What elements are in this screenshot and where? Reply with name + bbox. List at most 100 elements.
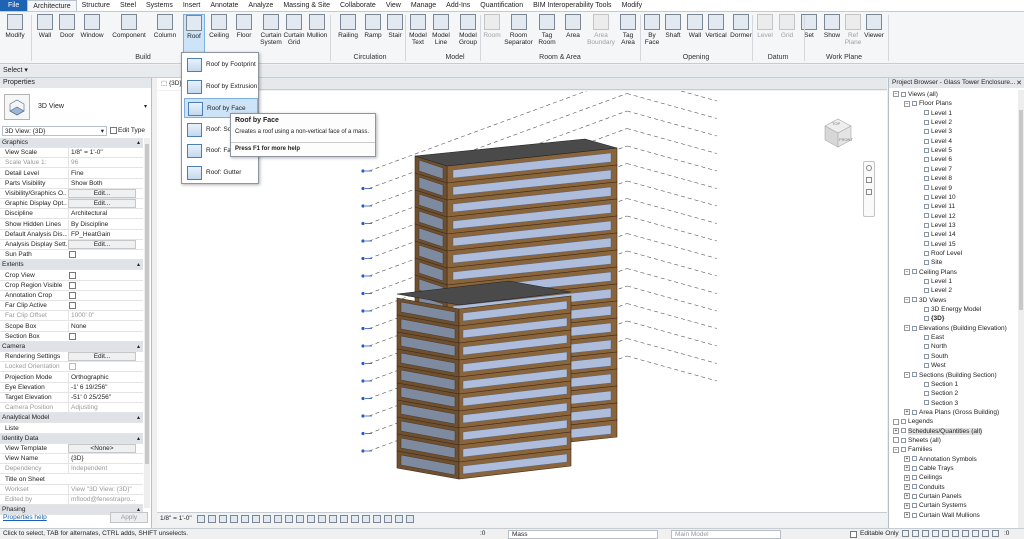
- ribbon-button-ceiling[interactable]: Ceiling: [207, 14, 231, 54]
- property-row[interactable]: Liste: [0, 424, 143, 434]
- ribbon-tab-structure[interactable]: Structure: [77, 0, 115, 11]
- browser-item[interactable]: Level 14: [924, 230, 956, 239]
- view-control-icon[interactable]: [263, 515, 271, 523]
- ribbon-button-column[interactable]: Column: [152, 14, 178, 54]
- ribbon-tab-collaborate[interactable]: Collaborate: [335, 0, 381, 11]
- property-value[interactable]: View "3D View: {3D}": [68, 484, 143, 494]
- browser-item[interactable]: − Views (all): [893, 90, 938, 99]
- ribbon-tab-insert[interactable]: Insert: [178, 0, 206, 11]
- browser-item[interactable]: + Annotation Symbols: [904, 455, 977, 464]
- selection-icon[interactable]: [912, 530, 919, 537]
- browser-item[interactable]: Legends: [893, 417, 933, 426]
- property-value[interactable]: 96: [68, 158, 143, 168]
- zoom-icon[interactable]: [866, 177, 872, 183]
- browser-item[interactable]: East: [924, 333, 944, 342]
- view-control-icon[interactable]: [219, 515, 227, 523]
- browser-item[interactable]: North: [924, 342, 947, 351]
- browser-item[interactable]: Level 9: [924, 184, 952, 193]
- view-control-icon[interactable]: [285, 515, 293, 523]
- browser-item[interactable]: + Ceilings: [904, 473, 942, 482]
- property-checkbox[interactable]: [69, 302, 76, 310]
- browser-scroll-thumb[interactable]: [1019, 110, 1023, 310]
- ribbon-button-ref-plane[interactable]: Ref Plane: [845, 14, 861, 54]
- property-checkbox[interactable]: [69, 281, 76, 289]
- select-dropdown[interactable]: Select ▾: [3, 66, 28, 74]
- properties-help-link[interactable]: Properties help: [3, 514, 47, 521]
- property-row[interactable]: Target Elevation -51' 0 25/256": [0, 393, 143, 403]
- property-row[interactable]: Graphic Display Opt... Edit...: [0, 199, 143, 210]
- view-control-icon[interactable]: [384, 515, 392, 523]
- editable-only-checkbox[interactable]: [850, 531, 857, 538]
- property-checkbox[interactable]: [69, 271, 76, 279]
- ribbon-button-door[interactable]: Door: [57, 14, 77, 54]
- browser-item[interactable]: + Conduits: [904, 483, 945, 492]
- expand-toggle-icon[interactable]: +: [893, 427, 899, 434]
- property-value[interactable]: Adjusting: [68, 403, 143, 413]
- view-control-icon[interactable]: [395, 515, 403, 523]
- browser-item[interactable]: Level 10: [924, 193, 956, 202]
- browser-item[interactable]: + Curtain Systems: [904, 501, 967, 510]
- expand-toggle-icon[interactable]: −: [904, 268, 910, 275]
- ribbon-tab-massing-site[interactable]: Massing & Site: [278, 0, 335, 11]
- ribbon-button-level[interactable]: Level: [756, 14, 774, 54]
- collapse-icon[interactable]: ▴: [137, 342, 140, 351]
- view-control-icon[interactable]: [208, 515, 216, 523]
- property-value[interactable]: Fine: [68, 168, 143, 178]
- expand-toggle-icon[interactable]: −: [904, 296, 910, 303]
- ribbon-tab-steel[interactable]: Steel: [115, 0, 141, 11]
- property-value[interactable]: Architectural: [68, 209, 143, 219]
- ribbon-button-dormer[interactable]: Dormer: [728, 14, 754, 54]
- property-checkbox[interactable]: [69, 332, 76, 340]
- property-row[interactable]: Far Clip Offset 1000' 0": [0, 311, 143, 322]
- ribbon-button-model-line[interactable]: Model Line: [430, 14, 452, 54]
- expand-toggle-icon[interactable]: +: [904, 455, 910, 462]
- view-control-icon[interactable]: [340, 515, 348, 523]
- property-row[interactable]: Camera Position Adjusting: [0, 403, 143, 414]
- selection-icon[interactable]: [972, 530, 979, 537]
- selection-icon[interactable]: [942, 530, 949, 537]
- ribbon-button-room[interactable]: Room: [483, 14, 501, 54]
- selection-icon[interactable]: [902, 530, 909, 537]
- ribbon-button-stair[interactable]: Stair: [386, 14, 404, 54]
- browser-item[interactable]: − Floor Plans: [904, 99, 952, 108]
- view-control-icon[interactable]: [274, 515, 282, 523]
- property-checkbox[interactable]: [69, 292, 76, 299]
- property-row[interactable]: Annotation Crop: [0, 291, 143, 301]
- browser-item[interactable]: − Families: [893, 445, 932, 454]
- browser-item[interactable]: − 3D Views: [904, 296, 946, 305]
- property-row[interactable]: Edited by mflood@fenestrapro...: [0, 495, 143, 505]
- browser-item[interactable]: Sheets (all): [893, 436, 941, 445]
- ribbon-button-mullion[interactable]: Mullion: [305, 14, 329, 54]
- edit-type-button[interactable]: Edit Type: [110, 126, 145, 136]
- browser-item[interactable]: + Area Plans (Gross Building): [904, 408, 999, 417]
- selection-icon[interactable]: [922, 530, 929, 537]
- browser-item[interactable]: Level 2: [924, 286, 952, 295]
- browser-item[interactable]: Section 1: [924, 380, 958, 389]
- ribbon-tab-bim-interoperability-tools[interactable]: BIM Interoperability Tools: [528, 0, 616, 11]
- browser-item[interactable]: + Schedules/Quantities (all): [893, 427, 983, 436]
- property-value[interactable]: Independent: [68, 464, 143, 474]
- property-edit-button[interactable]: Edit...: [68, 189, 136, 198]
- ribbon-button-viewer[interactable]: Viewer: [862, 14, 886, 54]
- ribbon-button-area[interactable]: Area: [562, 14, 584, 54]
- property-row[interactable]: Default Analysis Dis... FP_HeatGain: [0, 229, 143, 240]
- zoom-menu-icon[interactable]: [866, 189, 872, 195]
- expand-toggle-icon[interactable]: −: [904, 325, 910, 332]
- property-value[interactable]: FP_HeatGain: [68, 229, 143, 239]
- property-row[interactable]: View Name {3D}: [0, 454, 143, 465]
- ribbon-button-tag-area[interactable]: Tag Area: [617, 14, 639, 54]
- browser-item[interactable]: Level 3: [924, 127, 952, 136]
- browser-item[interactable]: 3D Energy Model: [924, 305, 981, 314]
- ribbon-button-grid[interactable]: Grid: [778, 14, 796, 54]
- property-row[interactable]: Scale Value 1: 96: [0, 158, 143, 169]
- selection-icon[interactable]: [992, 530, 999, 537]
- browser-item[interactable]: Level 4: [924, 137, 952, 146]
- properties-scrollbar[interactable]: [144, 138, 150, 508]
- view-control-icon[interactable]: [252, 515, 260, 523]
- ribbon-button-window[interactable]: Window: [79, 14, 105, 54]
- browser-item[interactable]: + Cable Trays: [904, 464, 954, 473]
- property-row[interactable]: Locked Orientation: [0, 362, 143, 373]
- property-row[interactable]: Section Box: [0, 332, 143, 342]
- property-edit-button[interactable]: Edit...: [68, 199, 136, 209]
- browser-item[interactable]: Level 8: [924, 174, 952, 183]
